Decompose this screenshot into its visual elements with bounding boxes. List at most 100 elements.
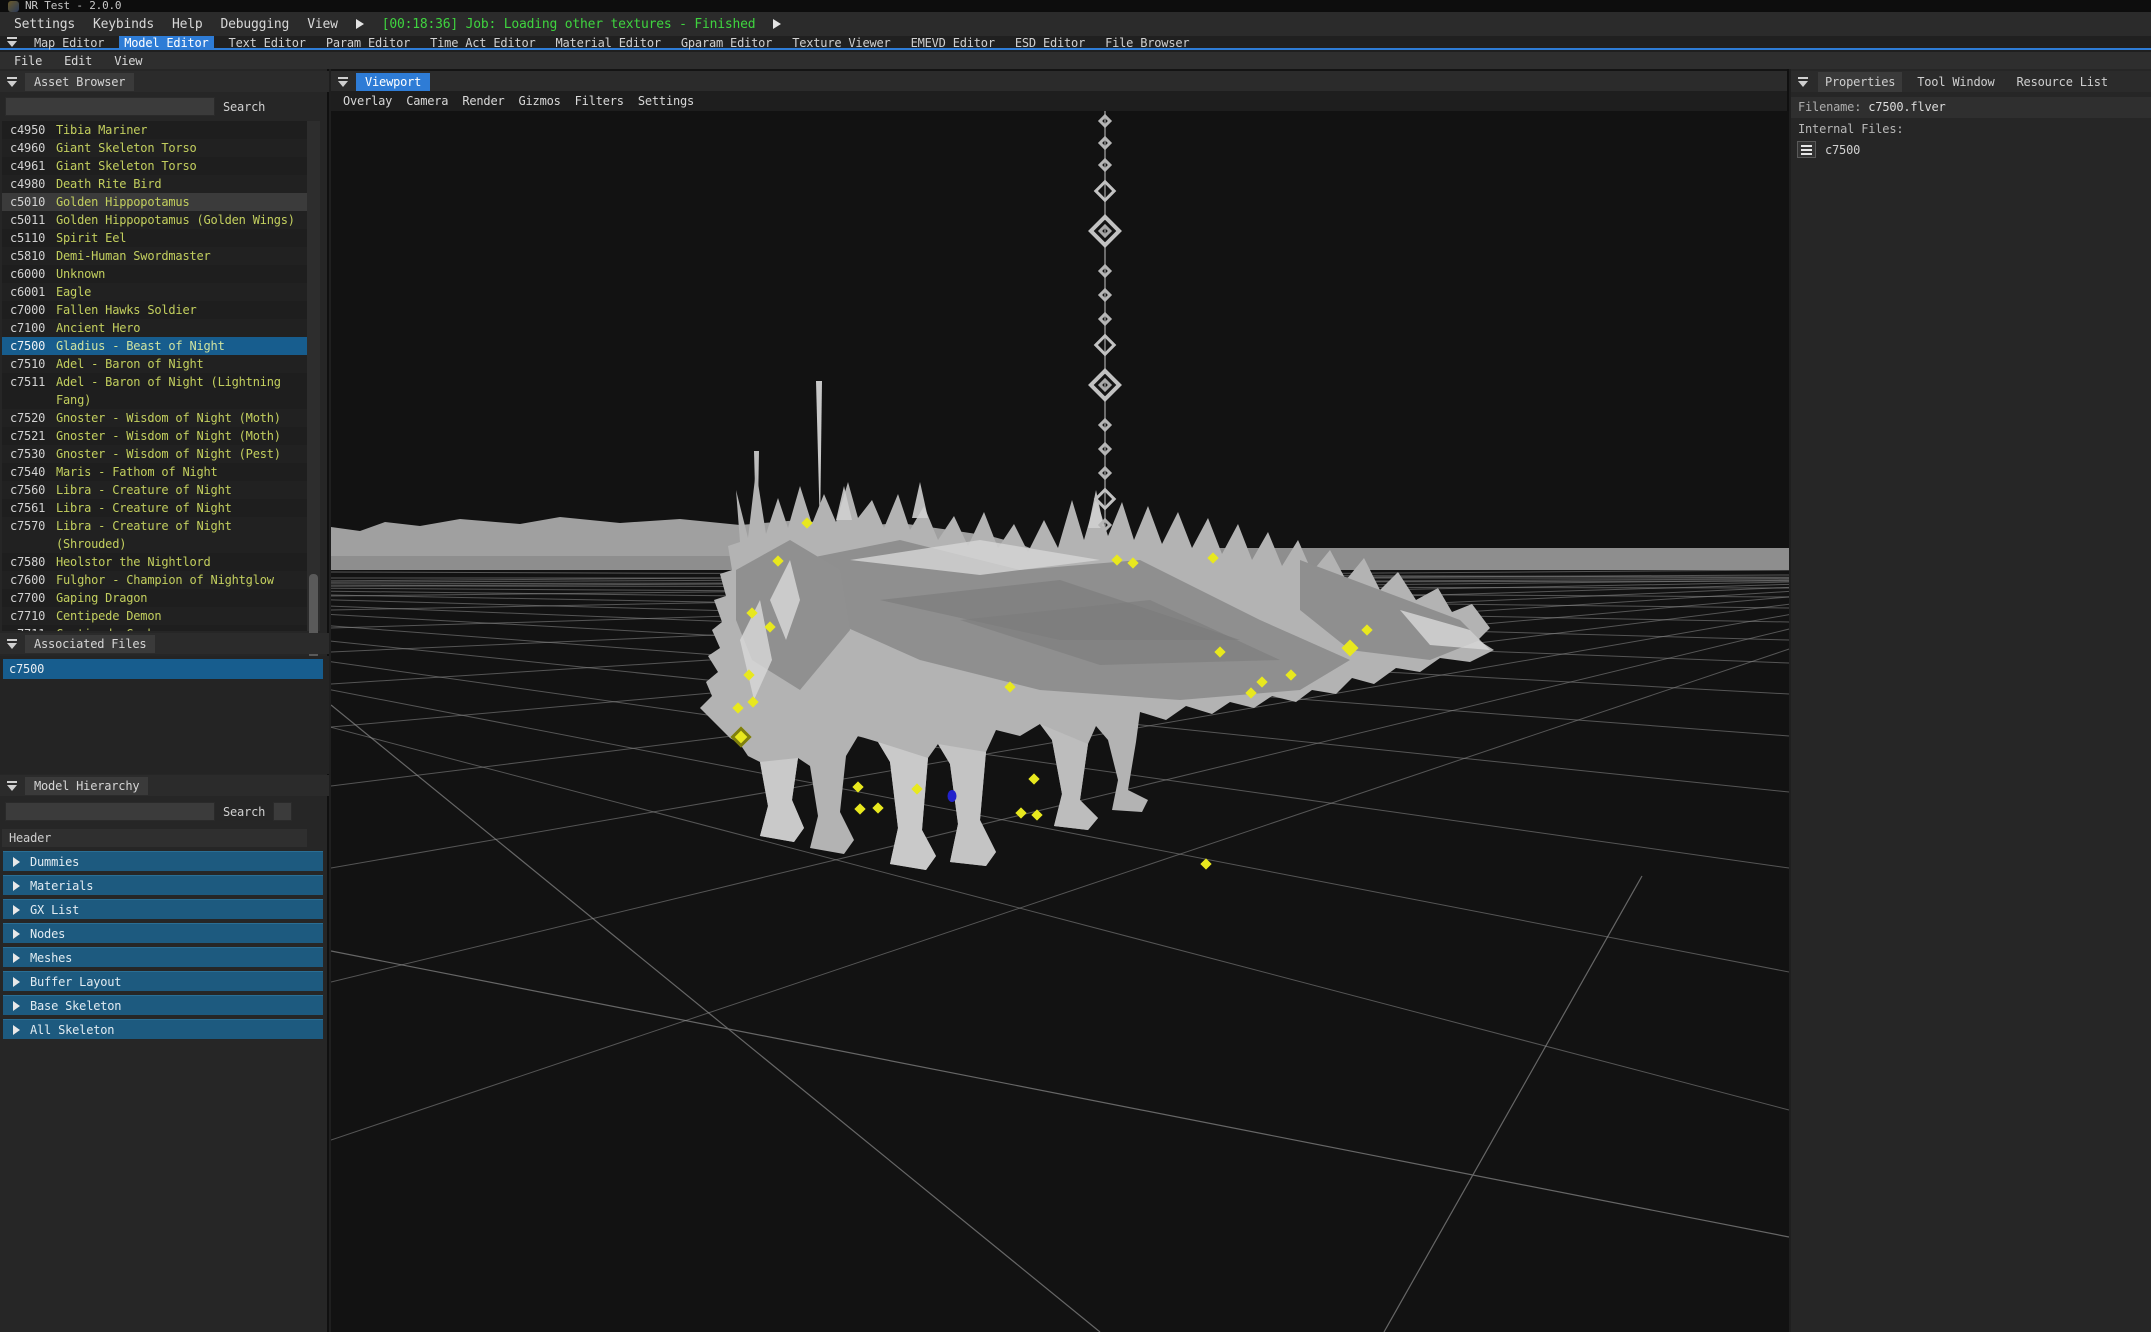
asset-id: c7540 (10, 463, 56, 481)
viewport-menu-item[interactable]: Filters (575, 94, 624, 108)
properties-tabs: Properties Tool Window Resource List (1818, 72, 2115, 92)
hierarchy-section-row[interactable]: Nodes (3, 923, 323, 943)
viewport-3d-canvas[interactable] (331, 111, 1789, 1332)
hierarchy-section-row[interactable]: Meshes (3, 947, 323, 967)
file-menu-items: File Edit View (14, 54, 142, 68)
asset-list-item[interactable]: c5110 Spirit Eel (2, 229, 307, 247)
asset-list-item[interactable]: c7560 Libra - Creature of Night (2, 481, 307, 499)
asset-browser-tab[interactable]: Asset Browser (25, 73, 134, 91)
asset-list-item[interactable]: c7521 Gnoster - Wisdom of Night (Moth) (2, 427, 307, 445)
asset-list-item[interactable]: c7580 Heolstor the Nightlord (2, 553, 307, 571)
editor-tab[interactable]: Time Act Editor (425, 36, 540, 48)
viewport-menu-item[interactable]: Camera (406, 94, 448, 108)
asset-list-item[interactable]: c7530 Gnoster - Wisdom of Night (Pest) (2, 445, 307, 463)
editor-tab[interactable]: Map Editor (29, 36, 109, 48)
viewport-menu-item[interactable]: Render (462, 94, 504, 108)
play-icon[interactable] (773, 19, 781, 29)
menu-item[interactable]: Keybinds (93, 17, 154, 32)
asset-list-item[interactable]: c4960 Giant Skeleton Torso (2, 139, 307, 157)
editor-tab[interactable]: File Browser (1100, 36, 1194, 48)
model-hierarchy-tab[interactable]: Model Hierarchy (25, 777, 148, 795)
menu-item[interactable]: Settings (14, 17, 75, 32)
collapse-panel-icon[interactable] (6, 638, 19, 650)
viewport-menu-item[interactable]: Overlay (343, 94, 392, 108)
asset-list-item[interactable]: c7540 Maris - Fathom of Night (2, 463, 307, 481)
asset-list-item[interactable]: c7520 Gnoster - Wisdom of Night (Moth) (2, 409, 307, 427)
asset-list-scrollbar[interactable] (307, 121, 320, 631)
asset-list-item[interactable]: c4961 Giant Skeleton Torso (2, 157, 307, 175)
menu-item[interactable]: Help (172, 17, 203, 32)
file-menu-item[interactable]: File (14, 54, 42, 68)
asset-list-item[interactable]: c7711 Centipede Grub (2, 625, 307, 631)
hierarchy-section-row[interactable]: Materials (3, 875, 323, 895)
properties-panel: PropertiesTool WindowResource List Filen… (1791, 69, 2151, 1332)
asset-list-item[interactable]: c6001 Eagle (2, 283, 307, 301)
collapse-all-icon[interactable] (6, 36, 19, 48)
hierarchy-search-option-box[interactable] (273, 802, 292, 821)
asset-list-item[interactable]: c7700 Gaping Dragon (2, 589, 307, 607)
hierarchy-section-label: Dummies (30, 855, 79, 869)
editor-tab[interactable]: Text Editor (224, 36, 311, 48)
hierarchy-section-row[interactable]: Base Skeleton (3, 995, 323, 1015)
window-title: NR Test - 2.0.0 (25, 0, 121, 12)
asset-list-item[interactable]: c7000 Fallen Hawks Soldier (2, 301, 307, 319)
hierarchy-search-input[interactable] (5, 802, 215, 821)
editor-tab[interactable]: Gparam Editor (676, 36, 777, 48)
viewport-menu-item[interactable]: Gizmos (519, 94, 561, 108)
asset-list-item[interactable]: c4980 Death Rite Bird (2, 175, 307, 193)
collapse-panel-icon[interactable] (1797, 76, 1810, 88)
asset-list-item[interactable]: c7561 Libra - Creature of Night (2, 499, 307, 517)
model-hierarchy-header: Model Hierarchy (0, 775, 329, 796)
viewport-tab[interactable]: Viewport (356, 73, 430, 91)
properties-tab[interactable]: Resource List (2010, 72, 2115, 92)
asset-name: Heolstor the Nightlord (56, 553, 307, 571)
play-icon[interactable] (356, 19, 364, 29)
asset-list-item[interactable]: c7500 Gladius - Beast of Night (2, 337, 307, 355)
asset-list-item[interactable]: c4950 Tibia Mariner (2, 121, 307, 139)
editor-tab[interactable]: Material Editor (551, 36, 666, 48)
asset-list-item[interactable]: c7510 Adel - Baron of Night (2, 355, 307, 373)
associated-file-item[interactable]: c7500 (3, 659, 323, 679)
collapse-panel-icon[interactable] (6, 780, 19, 792)
editor-tab[interactable]: Texture Viewer (787, 36, 895, 48)
asset-list-item[interactable]: c5011 Golden Hippopotamus (Golden Wings) (2, 211, 307, 229)
asset-list-item[interactable]: c7511 Adel - Baron of Night (Lightning F… (2, 373, 307, 409)
asset-id: c7521 (10, 427, 56, 445)
asset-name: Centipede Demon (56, 607, 307, 625)
menu-item[interactable]: View (307, 17, 338, 32)
asset-list-item[interactable]: c6000 Unknown (2, 265, 307, 283)
hierarchy-section-row[interactable]: All Skeleton (3, 1019, 323, 1039)
editor-tab[interactable]: EMEVD Editor (906, 36, 1000, 48)
file-menu-item[interactable]: Edit (64, 54, 92, 68)
collapse-panel-icon[interactable] (337, 76, 350, 88)
hierarchy-section-row[interactable]: Dummies (3, 851, 323, 871)
viewport-menu-item[interactable]: Settings (638, 94, 694, 108)
asset-list-item[interactable]: c7570 Libra - Creature of Night (Shroude… (2, 517, 307, 553)
asset-search-input[interactable] (5, 97, 215, 116)
asset-list-item[interactable]: c7100 Ancient Hero (2, 319, 307, 337)
asset-list-item[interactable]: c7710 Centipede Demon (2, 607, 307, 625)
editor-tab[interactable]: ESD Editor (1010, 36, 1090, 48)
properties-tab[interactable]: Tool Window (1910, 72, 2001, 92)
asset-id: c7520 (10, 409, 56, 427)
hierarchy-section-row[interactable]: Buffer Layout (3, 971, 323, 991)
asset-id: c7600 (10, 571, 56, 589)
hamburger-icon[interactable] (1797, 141, 1816, 158)
menu-item[interactable]: Debugging (221, 17, 290, 32)
collapse-panel-icon[interactable] (6, 76, 19, 88)
asset-name: Gnoster - Wisdom of Night (Moth) (56, 409, 307, 427)
asset-id: c7000 (10, 301, 56, 319)
asset-list-item[interactable]: c5010 Golden Hippopotamus (2, 193, 307, 211)
file-menu-item[interactable]: View (114, 54, 142, 68)
associated-files-tab[interactable]: Associated Files (25, 635, 155, 653)
editor-tab[interactable]: Model Editor (119, 36, 213, 48)
hierarchy-header-row[interactable]: Header (2, 829, 307, 847)
asset-list-item[interactable]: c5810 Demi-Human Swordmaster (2, 247, 307, 265)
editor-tab[interactable]: Param Editor (321, 36, 415, 48)
properties-tab[interactable]: Properties (1818, 72, 1902, 92)
asset-list-item[interactable]: c7600 Fulghor - Champion of Nightglow (2, 571, 307, 589)
hierarchy-section-label: Buffer Layout (30, 975, 121, 989)
asset-id: c7700 (10, 589, 56, 607)
hierarchy-section-row[interactable]: GX List (3, 899, 323, 919)
internal-file-row[interactable]: c7500 (1797, 141, 1860, 158)
